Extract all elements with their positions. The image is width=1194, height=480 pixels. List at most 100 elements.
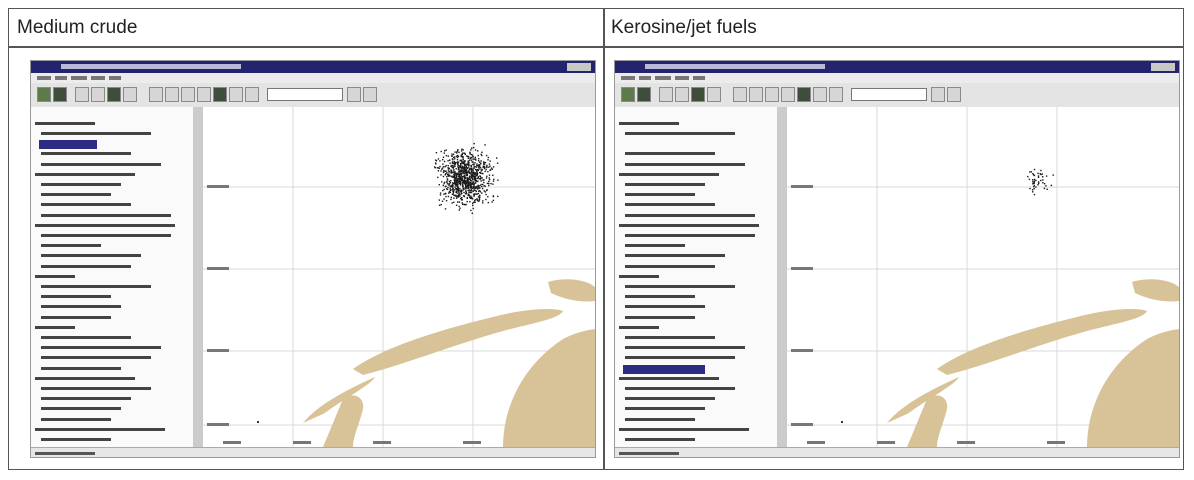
- tree-item[interactable]: [41, 295, 111, 299]
- tree-item[interactable]: [625, 264, 715, 268]
- tree-item[interactable]: [41, 183, 121, 186]
- tree-item[interactable]: [625, 203, 715, 207]
- tree-item[interactable]: [625, 152, 715, 156]
- tree-selected-item[interactable]: [39, 140, 97, 150]
- menu-item[interactable]: [71, 76, 87, 80]
- toolbar-button[interactable]: [707, 87, 721, 102]
- menu-item[interactable]: [37, 76, 51, 80]
- toolbar-button[interactable]: [691, 87, 705, 102]
- tree-item[interactable]: [625, 407, 705, 411]
- window-controls[interactable]: [1151, 63, 1175, 71]
- toolbar-button[interactable]: [363, 87, 377, 102]
- tree-item[interactable]: [625, 254, 725, 258]
- tree-item[interactable]: [41, 397, 131, 401]
- tree-item[interactable]: [625, 285, 735, 288]
- tree-item[interactable]: [625, 244, 685, 248]
- toolbar-button[interactable]: [165, 87, 179, 102]
- tree-item[interactable]: [625, 387, 735, 390]
- tree-item[interactable]: [35, 325, 75, 329]
- tree-item[interactable]: [41, 305, 121, 309]
- toolbar-button[interactable]: [245, 87, 259, 102]
- toolbar-button[interactable]: [107, 87, 121, 102]
- toolbar-button[interactable]: [675, 87, 689, 102]
- tree-item[interactable]: [41, 417, 111, 421]
- toolbar-button[interactable]: [659, 87, 673, 102]
- tree-item[interactable]: [41, 315, 111, 319]
- tree-item[interactable]: [35, 427, 165, 431]
- tree-item[interactable]: [41, 132, 151, 135]
- tree-item[interactable]: [625, 417, 695, 421]
- tree-item[interactable]: [41, 203, 131, 207]
- tree-item[interactable]: [625, 234, 755, 237]
- tree-item[interactable]: [619, 376, 719, 380]
- toolbar-button[interactable]: [733, 87, 747, 102]
- toolbar-button[interactable]: [829, 87, 843, 102]
- tree-item[interactable]: [619, 172, 719, 176]
- tree-item[interactable]: [41, 264, 131, 268]
- tree-scrollbar[interactable]: [777, 107, 787, 447]
- tree-item[interactable]: [41, 346, 161, 350]
- tree-item[interactable]: [35, 172, 135, 176]
- toolbar-button[interactable]: [781, 87, 795, 102]
- tree-item[interactable]: [625, 356, 735, 360]
- tree-item[interactable]: [625, 162, 745, 166]
- menu-item[interactable]: [91, 76, 105, 80]
- toolbar-button[interactable]: [749, 87, 763, 102]
- toolbar-button[interactable]: [75, 87, 89, 102]
- tree-item[interactable]: [619, 274, 659, 278]
- tree-item[interactable]: [41, 162, 161, 166]
- tree-item[interactable]: [625, 193, 695, 197]
- tree-item[interactable]: [625, 397, 715, 401]
- toolbar-button[interactable]: [197, 87, 211, 102]
- tree-item[interactable]: [625, 336, 715, 339]
- tree-item[interactable]: [35, 274, 75, 278]
- tree-item[interactable]: [619, 427, 749, 431]
- tree-item[interactable]: [41, 254, 141, 258]
- tree-item[interactable]: [41, 356, 151, 360]
- tree-item[interactable]: [35, 376, 135, 380]
- toolbar-button[interactable]: [797, 87, 811, 102]
- tree-item[interactable]: [619, 325, 659, 329]
- map-canvas[interactable]: [203, 107, 596, 447]
- toolbar-button[interactable]: [931, 87, 945, 102]
- toolbar-button[interactable]: [765, 87, 779, 102]
- tree-item[interactable]: [619, 223, 759, 227]
- toolbar-button[interactable]: [181, 87, 195, 102]
- tree-selected-item[interactable]: [623, 364, 705, 374]
- tree-item[interactable]: [625, 438, 695, 441]
- toolbar-button[interactable]: [149, 87, 163, 102]
- tree-item[interactable]: [625, 132, 735, 135]
- toolbar-button[interactable]: [91, 87, 105, 102]
- toolbar-button[interactable]: [229, 87, 243, 102]
- tree-item[interactable]: [625, 213, 755, 217]
- tree-item[interactable]: [41, 407, 121, 411]
- scale-dropdown[interactable]: [851, 88, 927, 101]
- toolbar-button[interactable]: [213, 87, 227, 102]
- tree-item[interactable]: [625, 315, 695, 319]
- toolbar-button[interactable]: [621, 87, 635, 102]
- tree-item[interactable]: [625, 305, 705, 309]
- toolbar-button[interactable]: [123, 87, 137, 102]
- tree-item[interactable]: [625, 346, 745, 350]
- toolbar-button[interactable]: [53, 87, 67, 102]
- toolbar-button[interactable]: [37, 87, 51, 102]
- tree-item[interactable]: [41, 336, 131, 339]
- toolbar-button[interactable]: [637, 87, 651, 102]
- menu-item[interactable]: [693, 76, 705, 80]
- toolbar-button[interactable]: [347, 87, 361, 102]
- menu-item[interactable]: [621, 76, 635, 80]
- tree-item[interactable]: [625, 183, 705, 186]
- map-view[interactable]: [787, 107, 1180, 447]
- tree-item[interactable]: [41, 387, 151, 390]
- tree-item[interactable]: [41, 285, 151, 288]
- tree-item[interactable]: [41, 244, 101, 248]
- toolbar-button[interactable]: [947, 87, 961, 102]
- map-canvas[interactable]: [787, 107, 1180, 447]
- window-controls[interactable]: [567, 63, 591, 71]
- tree-item[interactable]: [619, 121, 679, 125]
- tree-item[interactable]: [41, 366, 121, 370]
- menu-item[interactable]: [55, 76, 67, 80]
- tree-scrollbar[interactable]: [193, 107, 203, 447]
- scale-dropdown[interactable]: [267, 88, 343, 101]
- menu-item[interactable]: [639, 76, 651, 80]
